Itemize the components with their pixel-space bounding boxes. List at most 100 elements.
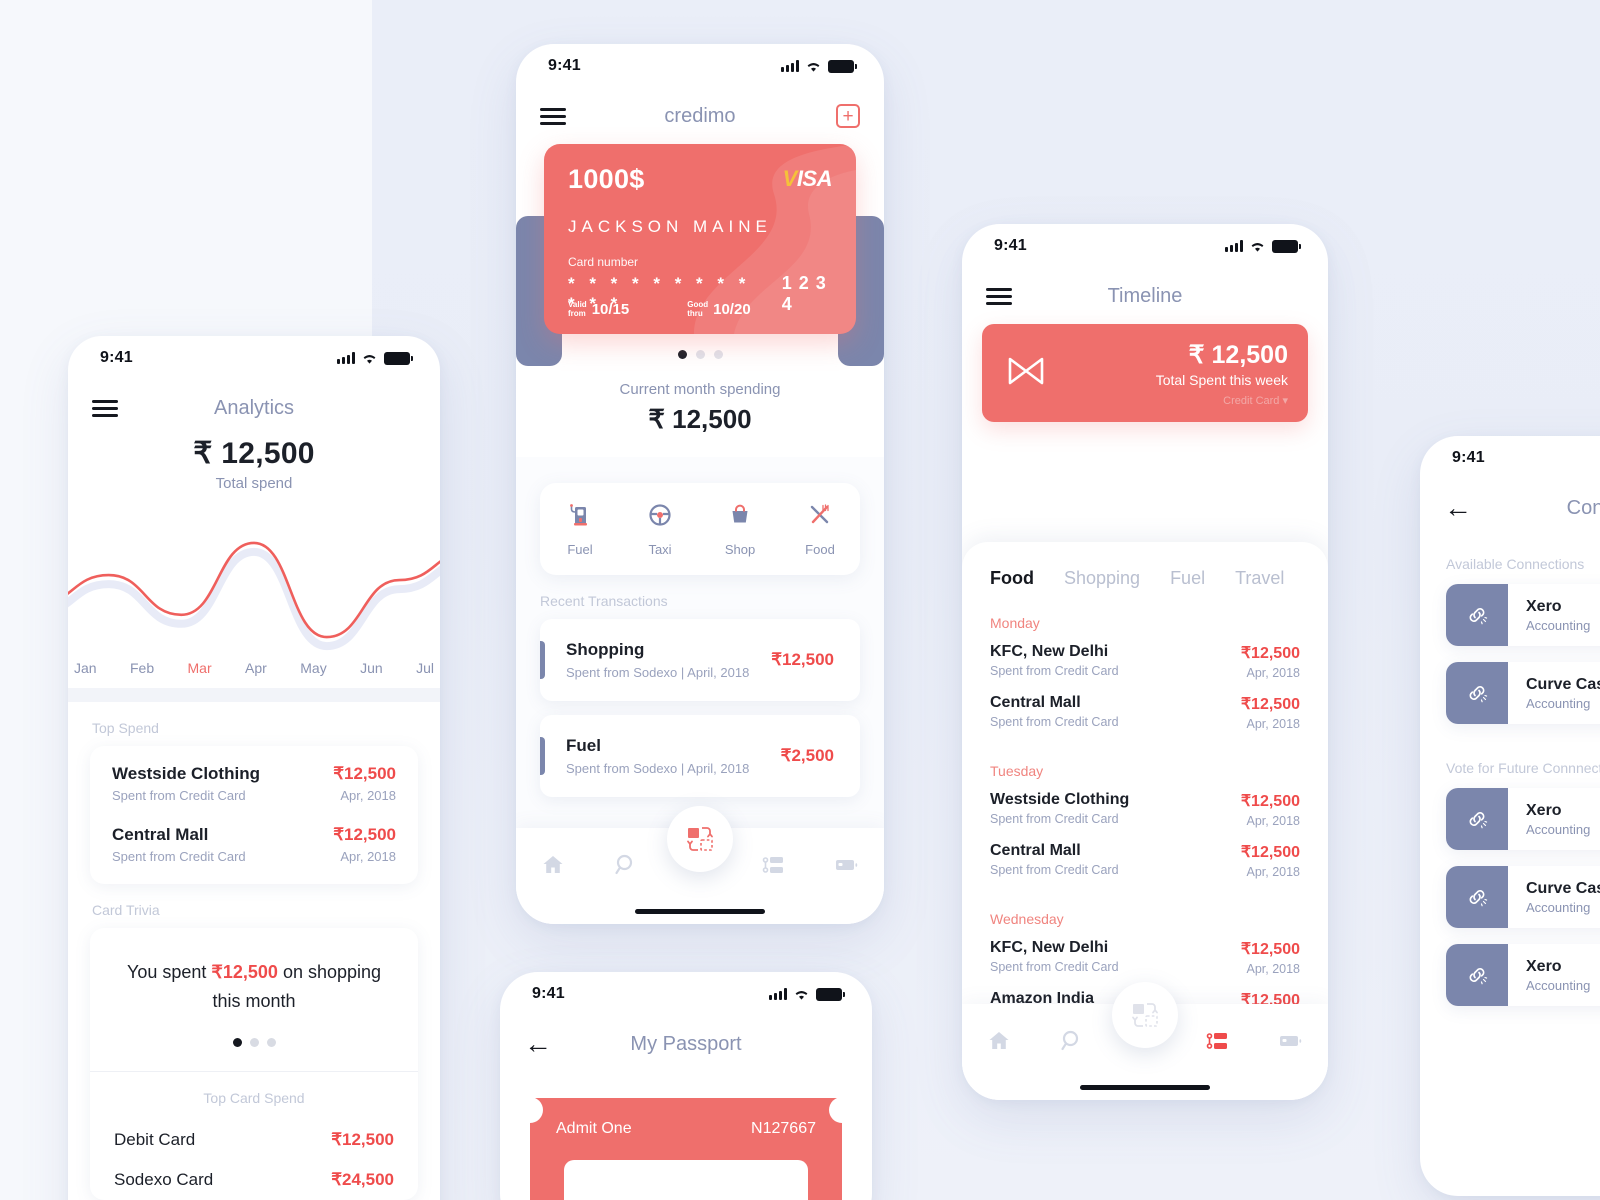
shopping-bag-icon bbox=[732, 504, 748, 523]
card-name: Debit Card bbox=[114, 1129, 196, 1149]
back-arrow-icon[interactable]: ← bbox=[524, 1030, 552, 1058]
phone-connections-screen: 9:41 ← Con Available Connections Xero Ac… bbox=[1420, 436, 1600, 1196]
tab-card[interactable] bbox=[810, 852, 884, 900]
battery-icon bbox=[816, 987, 845, 1001]
trivia-pre: You spent bbox=[126, 962, 207, 982]
connection-name: Xero bbox=[1526, 801, 1562, 819]
page-title: My Passport bbox=[630, 1032, 742, 1055]
transaction-row[interactable]: Fuel Spent from Sodexo | April, 2018 ₹2,… bbox=[540, 715, 860, 797]
good-thru-value: 10/20 bbox=[713, 300, 751, 318]
search-icon bbox=[615, 854, 633, 875]
status-bar: 9:41 bbox=[516, 44, 884, 88]
connection-info: Curve Cas Accounting bbox=[1508, 676, 1600, 711]
link-glyph bbox=[1469, 608, 1488, 625]
tab-food[interactable]: Food bbox=[990, 568, 1034, 589]
date: Apr, 2018 bbox=[1246, 814, 1300, 828]
card-pagination-dots[interactable] bbox=[516, 350, 884, 359]
card-icon bbox=[1280, 1036, 1302, 1046]
menu-icon[interactable] bbox=[986, 284, 1012, 309]
page-title: Con bbox=[1566, 496, 1600, 519]
menu-icon[interactable] bbox=[540, 104, 566, 129]
list-item[interactable]: Xero Accounting bbox=[1446, 944, 1600, 1006]
current-spend-amount: ₹ 12,500 bbox=[648, 404, 752, 434]
connection-category: Accounting bbox=[1526, 977, 1591, 993]
valid-from: Valid from 10/15 bbox=[568, 301, 629, 318]
connection-info: Xero Accounting bbox=[1508, 958, 1590, 993]
tab-home[interactable] bbox=[516, 852, 590, 900]
amount: ₹12,500 bbox=[1240, 941, 1300, 958]
merchant-source: Spent from Credit Card bbox=[112, 788, 246, 803]
quick-action-food[interactable]: Food bbox=[780, 501, 860, 557]
home-indicator bbox=[635, 909, 765, 914]
quick-action-taxi[interactable]: Taxi bbox=[620, 501, 700, 557]
list-item[interactable]: Xero Accounting bbox=[1446, 788, 1600, 850]
table-row[interactable]: KFC, New Delhi Spent from Credit Card ₹12… bbox=[962, 637, 1328, 688]
table-row[interactable]: Westside Clothing Spent from Credit Card … bbox=[962, 785, 1328, 836]
weekly-spend-banner[interactable]: ₹ 12,500 Total Spent this week Credit Ca… bbox=[982, 324, 1308, 422]
connection-name: Curve Cas bbox=[1526, 675, 1600, 693]
transfer-fab-button[interactable] bbox=[1112, 982, 1178, 1048]
table-row[interactable]: KFC, New Delhi Spent from Credit Card ₹12… bbox=[962, 933, 1328, 984]
card-holder-name: JACKSON MAINE bbox=[568, 217, 772, 236]
table-row[interactable]: Westside Clothing Spent from Credit Card … bbox=[90, 746, 418, 807]
link-icon bbox=[1446, 866, 1508, 928]
trivia-pagination-dots[interactable] bbox=[90, 1016, 418, 1071]
card-selector[interactable]: Credit Card ▾ bbox=[1002, 394, 1288, 407]
list-item[interactable]: Debit Card ₹12,500 bbox=[90, 1120, 418, 1160]
section-divider bbox=[68, 688, 440, 702]
tab-shopping[interactable]: Shopping bbox=[1064, 568, 1140, 589]
status-bar: 9:41 bbox=[962, 224, 1328, 268]
ticket-notch-right bbox=[829, 1097, 855, 1123]
table-row[interactable]: Central Mall Spent from Credit Card ₹12,5… bbox=[962, 688, 1328, 739]
signal-icon bbox=[337, 352, 355, 364]
table-row[interactable]: Central Mall Spent from Credit Card ₹12,5… bbox=[962, 836, 1328, 887]
merchant-name: KFC, New Delhi bbox=[990, 643, 1109, 660]
transaction-row[interactable]: Shopping Spent from Sodexo | April, 2018… bbox=[540, 619, 860, 701]
list-item[interactable]: Curve Cas Accounting bbox=[1446, 662, 1600, 724]
infinity-icon bbox=[1008, 357, 1044, 385]
quick-action-fuel[interactable]: Fuel bbox=[540, 501, 620, 557]
passport-ticket[interactable]: Admit One N127667 bbox=[517, 1097, 855, 1200]
chart-month-label: Jul bbox=[416, 660, 434, 676]
merchant-source: Spent from Credit Card bbox=[112, 849, 246, 864]
tab-timeline-active[interactable] bbox=[1182, 1028, 1255, 1076]
connection-name: Xero bbox=[1526, 597, 1562, 615]
tab-search[interactable] bbox=[590, 852, 664, 900]
table-row[interactable]: Central Mall Spent from Credit Card ₹12,5… bbox=[90, 807, 418, 884]
quick-action-shop[interactable]: Shop bbox=[700, 501, 780, 557]
tab-timeline[interactable] bbox=[737, 852, 811, 900]
amount: ₹12,500 bbox=[1240, 793, 1300, 810]
connection-category: Accounting bbox=[1526, 695, 1591, 711]
home-icon bbox=[543, 856, 563, 873]
tab-travel[interactable]: Travel bbox=[1235, 568, 1284, 589]
vote-connections-label: Vote for Future Connnections bbox=[1446, 760, 1600, 776]
wifi-icon bbox=[1251, 242, 1264, 252]
connection-name: Curve Cas bbox=[1526, 879, 1600, 897]
spend-line-chart: Jan Feb Mar Apr May Jun Jul bbox=[68, 508, 440, 688]
list-item[interactable]: Curve Cas Accounting bbox=[1446, 866, 1600, 928]
list-item[interactable]: Sodexo Card ₹24,500 bbox=[90, 1160, 418, 1200]
list-item[interactable]: Xero Accounting bbox=[1446, 584, 1600, 646]
card-amount: ₹24,500 bbox=[331, 1169, 394, 1189]
link-icon bbox=[1446, 788, 1508, 850]
merchant-name: KFC, New Delhi bbox=[990, 939, 1109, 956]
phone-home-screen: 9:41 credimo + 1000$ VISA JACKSON MAINE … bbox=[516, 44, 884, 924]
transfer-fab-button[interactable] bbox=[667, 806, 733, 872]
transfer-icon bbox=[687, 827, 713, 851]
tab-home[interactable] bbox=[962, 1028, 1035, 1076]
credit-card[interactable]: 1000$ VISA JACKSON MAINE Card number * *… bbox=[544, 144, 856, 334]
trivia-text: You spent ₹12,500 on shopping this month bbox=[90, 928, 418, 1016]
credit-card-content: 1000$ VISA JACKSON MAINE Card number * *… bbox=[544, 144, 856, 334]
menu-icon[interactable] bbox=[92, 396, 118, 421]
status-time: 9:41 bbox=[994, 237, 1027, 254]
transaction-source: Spent from Sodexo | April, 2018 bbox=[566, 665, 750, 680]
transaction-name: Shopping bbox=[566, 640, 645, 659]
tab-card[interactable] bbox=[1255, 1028, 1328, 1076]
card-validity: Valid from 10/15 Good thru 10/20 bbox=[568, 301, 832, 318]
home-icon bbox=[989, 1032, 1009, 1049]
transfer-icon bbox=[1132, 1003, 1158, 1027]
tab-fuel[interactable]: Fuel bbox=[1170, 568, 1205, 589]
trivia-amount: ₹12,500 bbox=[211, 962, 278, 982]
tab-search[interactable] bbox=[1035, 1028, 1108, 1076]
plus-icon[interactable]: + bbox=[836, 104, 860, 128]
